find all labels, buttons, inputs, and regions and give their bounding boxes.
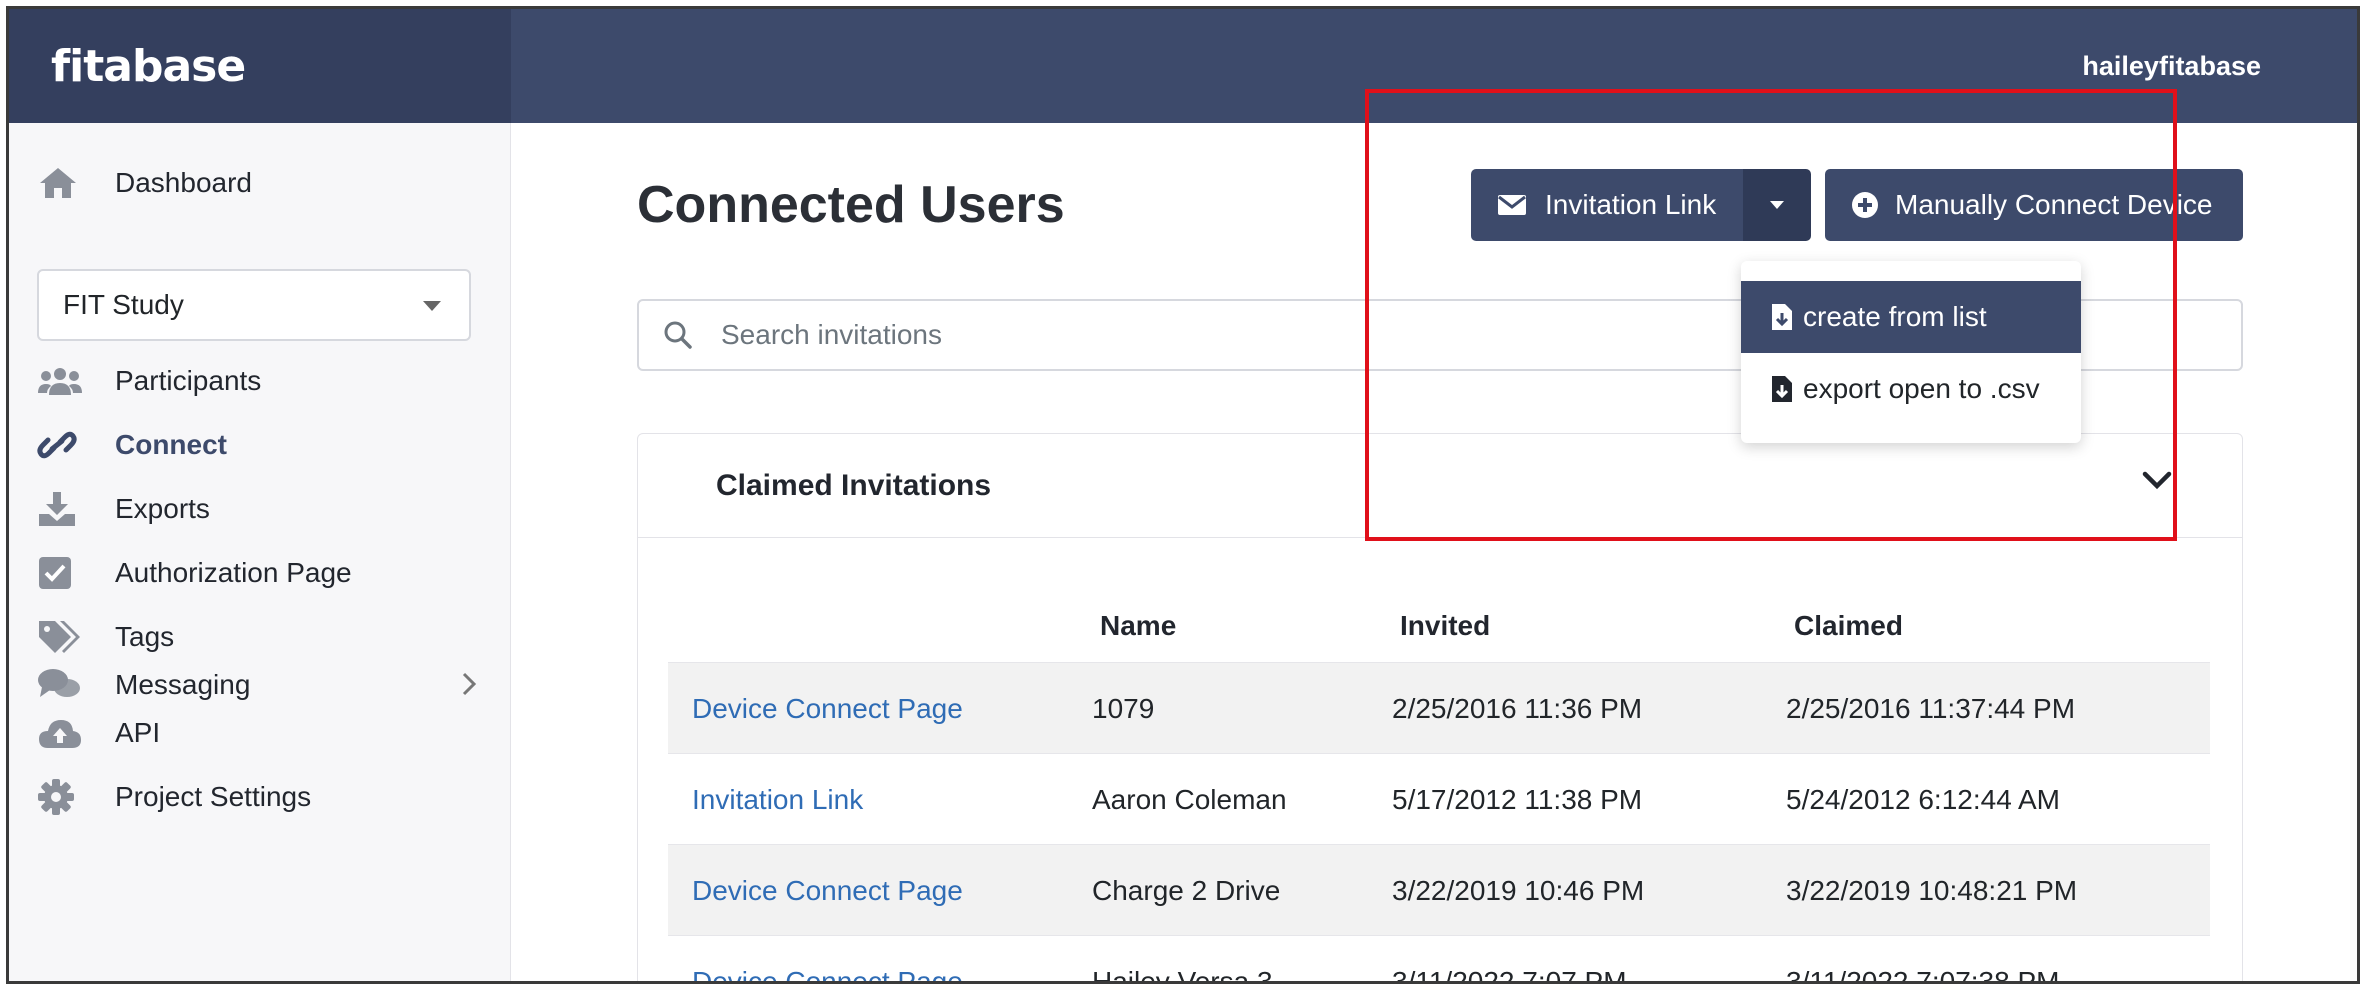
link-icon: [37, 425, 85, 465]
row-invited: 3/11/2022 7:07 PM: [1392, 966, 1627, 984]
row-name: 1079: [1092, 693, 1155, 724]
logo-area: fitabase: [9, 9, 511, 123]
card-header[interactable]: Claimed Invitations: [638, 434, 2242, 538]
row-name: Hailey Versa 3: [1092, 966, 1273, 984]
caret-down-icon: [423, 301, 441, 311]
sidebar-item-messaging[interactable]: Messaging: [37, 665, 250, 705]
home-icon: [37, 163, 85, 203]
sidebar-item-label: Dashboard: [115, 167, 252, 198]
study-select-value: FIT Study: [63, 289, 184, 320]
table-header: Name Invited Claimed: [668, 570, 2210, 662]
logo[interactable]: fitabase: [51, 41, 246, 92]
comments-icon: [37, 665, 85, 705]
file-import-icon: [1771, 303, 1793, 331]
file-export-icon: [1771, 375, 1793, 403]
card-title: Claimed Invitations: [716, 468, 992, 502]
sidebar-item-label: Messaging: [115, 669, 251, 700]
row-invited: 3/22/2019 10:46 PM: [1392, 875, 1645, 906]
row-link[interactable]: Device Connect Page: [692, 693, 963, 724]
top-bar: fitabase haileyfitabase: [9, 9, 2357, 123]
invitation-dropdown-toggle[interactable]: [1743, 169, 1811, 241]
table-row: Device Connect Page Charge 2 Drive 3/22/…: [668, 844, 2210, 935]
row-invited: 2/25/2016 11:36 PM: [1392, 693, 1643, 724]
row-link[interactable]: Device Connect Page: [692, 966, 963, 981]
column-header-claimed: Claimed: [1794, 610, 1903, 641]
invitation-link-label: Invitation Link: [1545, 189, 1717, 220]
invitation-link-button[interactable]: Invitation Link: [1471, 169, 1743, 241]
row-name: Charge 2 Drive: [1092, 875, 1281, 906]
invitations-table: Name Invited Claimed Device Connect Page…: [668, 570, 2210, 984]
sidebar-item-api[interactable]: API: [37, 713, 160, 753]
sidebar-item-label: Project Settings: [115, 781, 312, 812]
menu-item-label: create from list: [1803, 301, 1987, 332]
chevron-right-icon[interactable]: [461, 671, 477, 704]
sidebar-item-label: Authorization Page: [115, 557, 352, 588]
check-square-icon: [37, 553, 85, 593]
sidebar-item-connect[interactable]: Connect: [37, 425, 227, 465]
sidebar-item-tags[interactable]: Tags: [37, 617, 174, 657]
envelope-icon: [1497, 193, 1527, 217]
download-icon: [37, 489, 85, 529]
manually-connect-device-button[interactable]: Manually Connect Device: [1825, 169, 2243, 241]
row-claimed: 3/22/2019 10:48:21 PM: [1786, 875, 2078, 906]
row-link[interactable]: Invitation Link: [692, 784, 863, 815]
chevron-down-icon[interactable]: [2142, 470, 2172, 490]
menu-item-label: export open to .csv: [1803, 373, 2040, 404]
page-title: Connected Users: [637, 176, 1065, 234]
sidebar-item-dashboard[interactable]: Dashboard: [37, 163, 252, 203]
row-name: Aaron Coleman: [1092, 784, 1287, 815]
sidebar: Dashboard FIT Study Participants Connect…: [9, 123, 511, 981]
sidebar-item-label: Exports: [115, 493, 210, 524]
claimed-invitations-card: Claimed Invitations Name Invited Claimed…: [637, 433, 2243, 984]
menu-item-export-open-csv[interactable]: export open to .csv: [1741, 353, 2081, 425]
sidebar-item-label: Participants: [115, 365, 262, 396]
username-menu[interactable]: haileyfitabase: [2082, 9, 2261, 123]
invitation-dropdown-menu: create from list export open to .csv: [1741, 261, 2081, 443]
study-select[interactable]: FIT Study: [37, 269, 471, 341]
sidebar-item-label: Tags: [115, 621, 175, 652]
menu-item-create-from-list[interactable]: create from list: [1741, 281, 2081, 353]
manually-connect-device-label: Manually Connect Device: [1895, 189, 2213, 220]
users-icon: [37, 361, 85, 401]
caret-down-icon: [1770, 201, 1784, 209]
sidebar-item-project-settings[interactable]: Project Settings: [37, 777, 311, 817]
search-icon: [663, 320, 693, 350]
row-claimed: 5/24/2012 6:12:44 AM: [1786, 784, 2060, 815]
sidebar-item-label: API: [115, 717, 161, 748]
app-window: fitabase haileyfitabase Dashboard FIT St…: [6, 6, 2360, 984]
row-claimed: 3/11/2022 7:07:38 PM: [1786, 966, 2060, 984]
gear-icon: [37, 777, 85, 817]
row-link[interactable]: Device Connect Page: [692, 875, 963, 906]
plus-circle-icon: [1851, 191, 1879, 219]
table-row: Device Connect Page 1079 2/25/2016 11:36…: [668, 662, 2210, 753]
tags-icon: [37, 617, 85, 657]
sidebar-item-authorization-page[interactable]: Authorization Page: [37, 553, 352, 593]
table-row: Invitation Link Aaron Coleman 5/17/2012 …: [668, 753, 2210, 844]
sidebar-item-label: Connect: [115, 429, 227, 460]
column-header-name: Name: [1100, 610, 1177, 641]
row-claimed: 2/25/2016 11:37:44 PM: [1786, 693, 2076, 724]
row-invited: 5/17/2012 11:38 PM: [1392, 784, 1643, 815]
sidebar-item-participants[interactable]: Participants: [37, 361, 261, 401]
table-row: Device Connect Page Hailey Versa 3 3/11/…: [668, 935, 2210, 984]
sidebar-item-exports[interactable]: Exports: [37, 489, 210, 529]
cloud-icon: [37, 713, 85, 753]
column-header-invited: Invited: [1400, 610, 1491, 641]
